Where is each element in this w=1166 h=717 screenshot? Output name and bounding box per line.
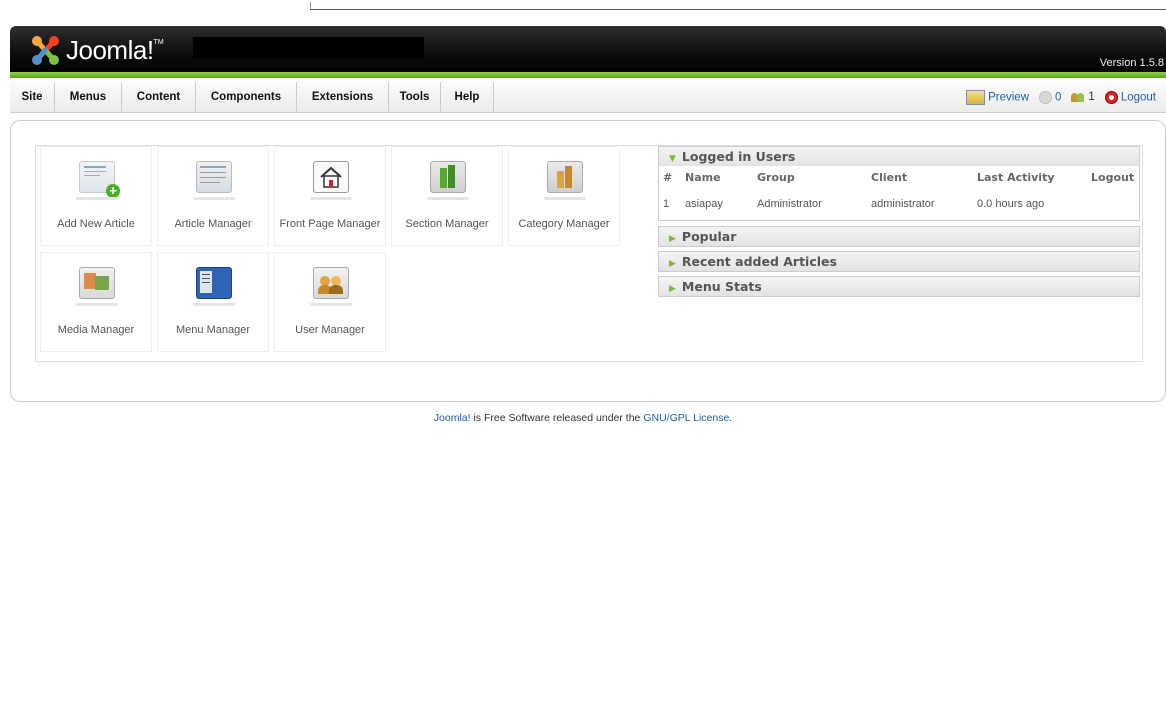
article-manager-icon xyxy=(193,161,235,200)
menu-stats-panel[interactable]: ▶ Menu Stats xyxy=(658,276,1140,297)
cpanel-media-manager[interactable]: Media Manager xyxy=(40,252,152,352)
add-article-icon: + xyxy=(76,161,120,200)
footer-end: . xyxy=(729,412,733,424)
online-users-count: 1 xyxy=(1088,91,1095,103)
header-bar: Joomla! TM Version 1.5.8 xyxy=(10,26,1166,78)
popular-header[interactable]: ▶ Popular xyxy=(659,227,1139,246)
section-icon xyxy=(427,161,469,200)
menu-components[interactable]: Components xyxy=(196,82,297,112)
logged-in-users-panel: ▼ Logged in Users # Name Group Client Las… xyxy=(658,146,1140,221)
frontpage-icon xyxy=(310,161,352,200)
category-icon xyxy=(544,161,586,200)
cpanel-label: Category Manager xyxy=(518,218,610,230)
user-group: Administrator xyxy=(757,198,822,210)
col-name: Name xyxy=(685,170,721,184)
user-client: administrator xyxy=(871,198,935,210)
cpanel-label: Article Manager xyxy=(174,218,252,230)
menu-help[interactable]: Help xyxy=(441,82,494,112)
cpanel-section-manager[interactable]: Section Manager xyxy=(391,146,503,246)
menu-content[interactable]: Content xyxy=(122,82,196,112)
cpanel-user-manager[interactable]: User Manager xyxy=(274,252,386,352)
col-last-activity: Last Activity xyxy=(977,170,1055,184)
popular-panel[interactable]: ▶ Popular xyxy=(658,226,1140,247)
menu-site[interactable]: Site xyxy=(10,82,55,112)
menu-tools[interactable]: Tools xyxy=(389,82,441,112)
logged-in-users-table: # Name Group Client Last Activity Logout… xyxy=(659,166,1139,220)
joomla-logo[interactable]: Joomla! TM xyxy=(28,32,164,68)
table-row: 1 asiapay Administrator administrator 0.… xyxy=(659,188,1139,220)
cpanel-inner: + Add New Article Article Manager Front … xyxy=(35,145,1143,362)
messages-count: 0 xyxy=(1055,91,1062,104)
online-users-indicator[interactable]: 1 xyxy=(1071,91,1095,103)
col-client: Client xyxy=(871,170,908,184)
version-label: Version 1.5.8 xyxy=(1099,57,1164,69)
preview-link[interactable]: Preview xyxy=(966,89,1029,105)
header-green-bar xyxy=(10,72,1166,78)
preview-icon xyxy=(966,89,986,105)
expand-arrow-right-icon: ▶ xyxy=(669,284,676,294)
cpanel-front-page-manager[interactable]: Front Page Manager xyxy=(274,146,386,246)
cpanel-outer: + Add New Article Article Manager Front … xyxy=(10,120,1166,402)
main-menu-bar: Site Menus Content Components Extensions… xyxy=(10,82,1166,113)
footer-text: is Free Software released under the xyxy=(470,412,644,424)
user-name-link[interactable]: asiapay xyxy=(684,188,756,220)
cpanel-label: Section Manager xyxy=(405,218,489,230)
logout-label: Logout xyxy=(1120,91,1156,104)
cpanel-label: Media Manager xyxy=(57,324,135,336)
table-header-row: # Name Group Client Last Activity Logout xyxy=(659,166,1139,188)
menu-menus[interactable]: Menus xyxy=(55,82,122,112)
user-logout[interactable] xyxy=(1090,188,1139,220)
footer-license-link[interactable]: GNU/GPL License xyxy=(643,412,729,424)
cpanel-menu-manager[interactable]: Menu Manager xyxy=(157,252,269,352)
logo-text: Joomla! xyxy=(66,34,154,65)
menu-extensions[interactable]: Extensions xyxy=(297,82,389,112)
logo-tm: TM xyxy=(153,38,164,46)
recent-articles-header[interactable]: ▶ Recent added Articles xyxy=(659,252,1139,271)
media-icon xyxy=(76,267,118,306)
redacted-site-name xyxy=(193,37,424,59)
col-logout: Logout xyxy=(1091,170,1135,184)
row-num: 1 xyxy=(663,198,670,210)
logout-icon xyxy=(1104,90,1118,104)
cpanel-article-manager[interactable]: Article Manager xyxy=(157,146,269,246)
status-tools: Preview 0 1 Logout xyxy=(966,82,1156,112)
menu-manager-icon xyxy=(193,267,235,306)
cpanel-label: Front Page Manager xyxy=(279,218,381,230)
menu-stats-header[interactable]: ▶ Menu Stats xyxy=(659,277,1139,296)
cpanel-label: Add New Article xyxy=(57,218,135,230)
expand-arrow-right-icon: ▶ xyxy=(669,234,676,244)
cpanel-label: Menu Manager xyxy=(176,324,250,336)
footer-joomla-link[interactable]: Joomla! xyxy=(434,412,471,424)
user-last-activity: 0.0 hours ago xyxy=(977,198,1045,210)
messages-icon xyxy=(1039,90,1052,104)
messages-indicator[interactable]: 0 xyxy=(1039,90,1062,104)
recent-articles-panel[interactable]: ▶ Recent added Articles xyxy=(658,251,1140,272)
col-group: Group xyxy=(757,170,795,184)
top-strip xyxy=(0,0,1166,16)
users-icon xyxy=(1071,91,1085,103)
logged-in-users-header[interactable]: ▼ Logged in Users xyxy=(659,147,1139,166)
strip-line xyxy=(310,9,1166,10)
cpanel-add-new-article[interactable]: + Add New Article xyxy=(40,146,152,246)
user-manager-icon xyxy=(310,267,352,306)
logout-link[interactable]: Logout xyxy=(1104,90,1156,104)
col-num: # xyxy=(663,170,673,184)
preview-label: Preview xyxy=(988,91,1029,104)
expand-arrow-right-icon: ▶ xyxy=(669,259,676,269)
cpanel-label: User Manager xyxy=(295,324,365,336)
joomla-logo-icon xyxy=(32,36,59,65)
cpanel-category-manager[interactable]: Category Manager xyxy=(508,146,620,246)
footer: Joomla! is Free Software released under … xyxy=(0,412,1166,424)
expand-arrow-down-icon: ▼ xyxy=(669,154,676,164)
